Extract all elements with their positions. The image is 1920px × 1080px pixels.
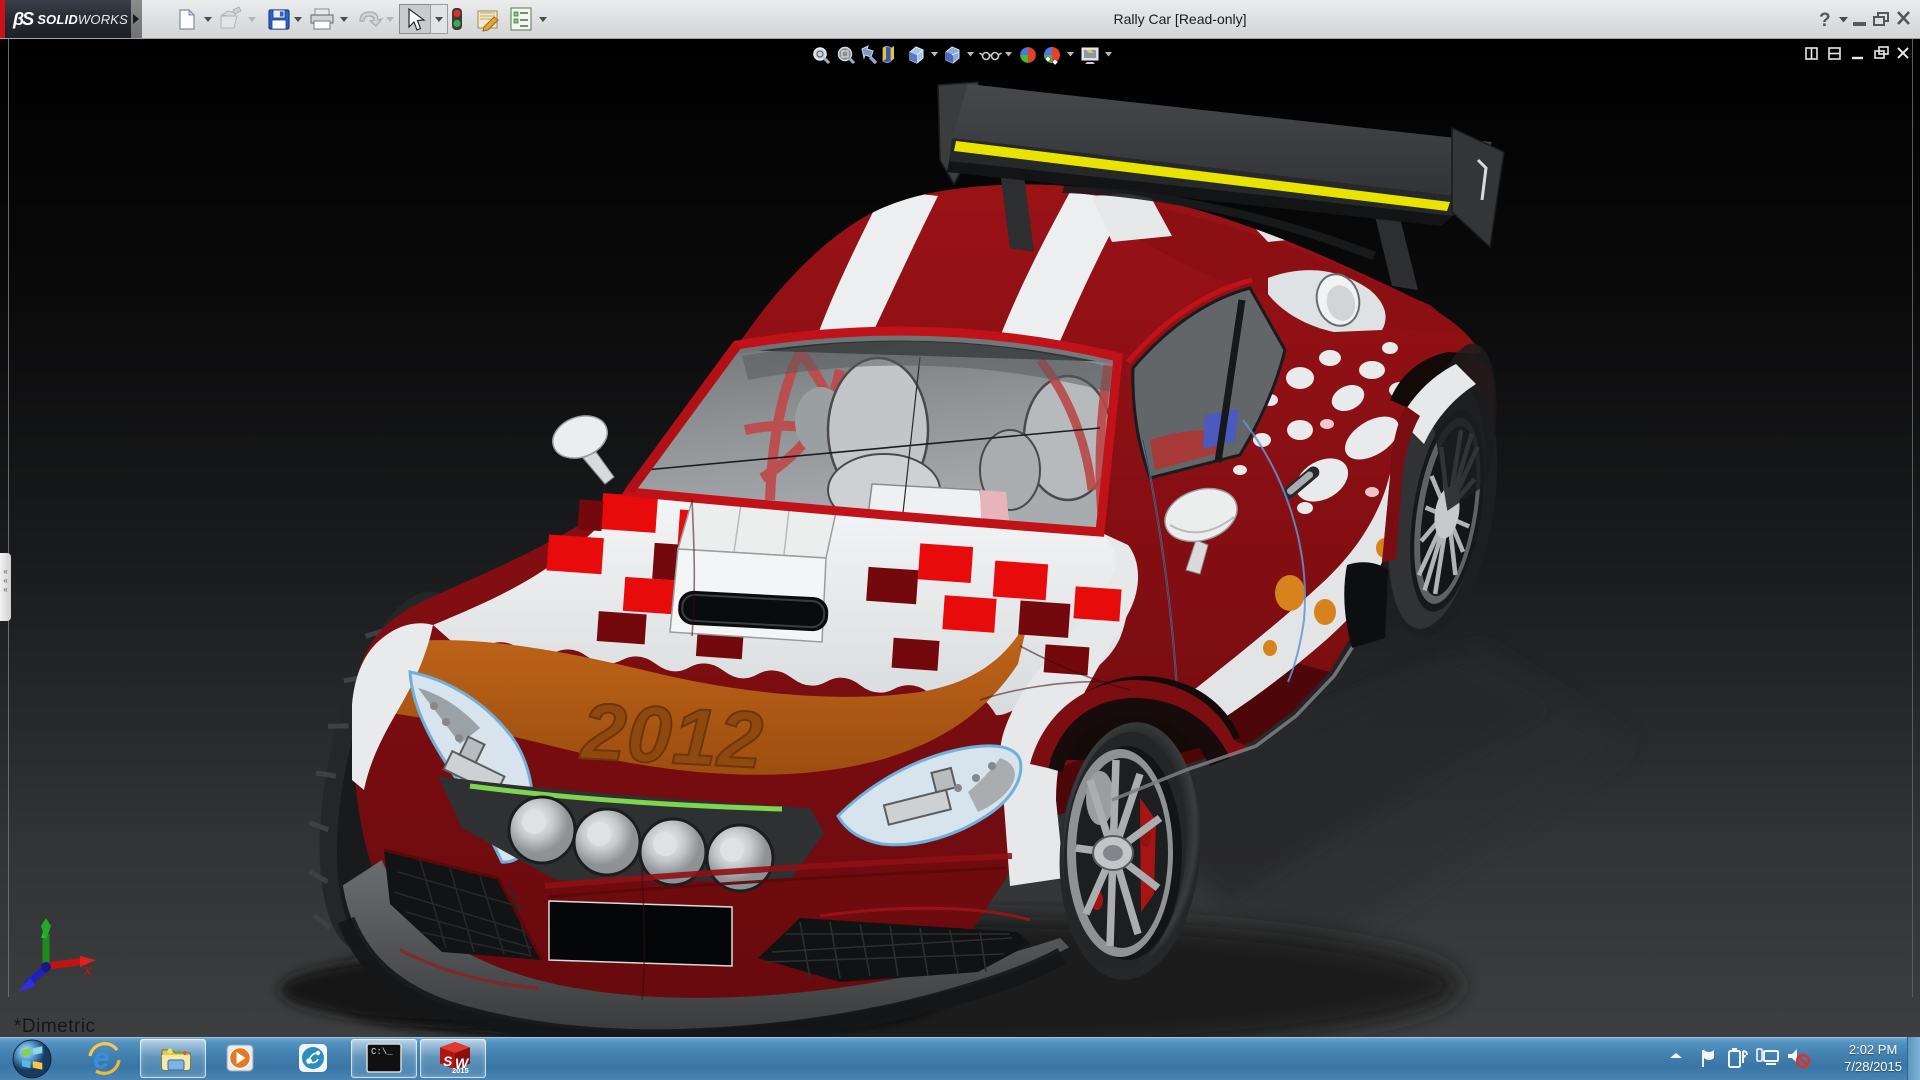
svg-text:C:\_: C:\_ bbox=[371, 1047, 393, 1057]
svg-text:?: ? bbox=[1819, 10, 1831, 31]
svg-text:2012: 2012 bbox=[577, 686, 765, 785]
svg-text:x: x bbox=[83, 962, 92, 979]
svg-text:2015: 2015 bbox=[452, 1066, 469, 1075]
